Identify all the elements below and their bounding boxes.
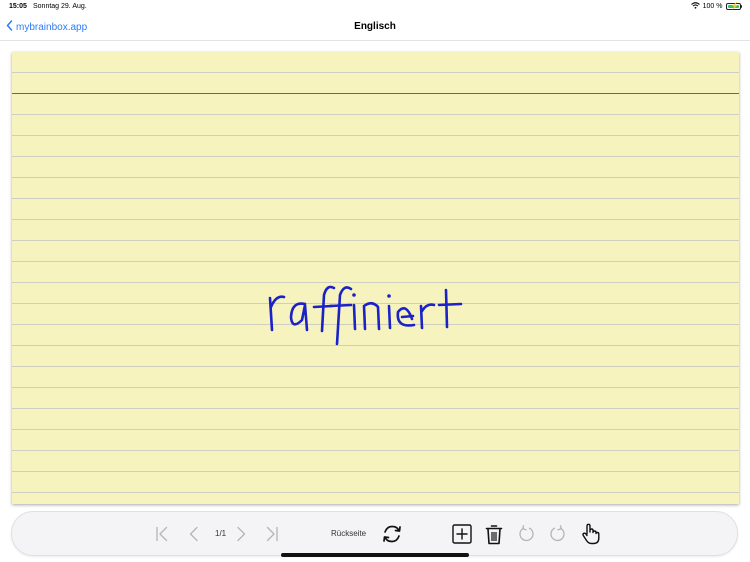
battery-icon: ⚡ xyxy=(725,3,742,10)
charging-bolt-icon: ⚡ xyxy=(730,3,740,10)
flip-card-label[interactable]: Rückseite xyxy=(331,529,366,538)
trash-icon xyxy=(485,524,503,545)
bottom-toolbar: 1/1 Rückseite xyxy=(11,511,738,556)
next-page-icon xyxy=(235,526,247,542)
page-title: Englisch xyxy=(354,21,396,32)
hand-tool-button[interactable] xyxy=(579,522,603,546)
status-bar: 15:05 Sonntag 29. Aug. 100 % ⚡ xyxy=(0,0,750,14)
navigation-bar: mybrainbox.app Englisch xyxy=(0,14,750,41)
previous-page-icon xyxy=(188,526,200,542)
hand-pointer-icon xyxy=(581,523,601,545)
battery-percentage: 100 % xyxy=(702,3,723,10)
flip-card-icon xyxy=(381,524,403,544)
status-indicators: 100 % ⚡ xyxy=(690,2,742,11)
redo-icon xyxy=(549,525,567,543)
first-page-icon xyxy=(155,526,169,542)
delete-card-button[interactable] xyxy=(483,522,505,546)
status-date: Sonntag 29. Aug. xyxy=(33,3,87,10)
next-page-button[interactable] xyxy=(232,522,250,546)
first-page-button[interactable] xyxy=(153,522,171,546)
redo-button[interactable] xyxy=(547,522,569,546)
flip-card-button[interactable] xyxy=(380,522,404,546)
flashcard-canvas[interactable] xyxy=(12,52,739,504)
page-indicator: 1/1 xyxy=(215,529,227,538)
handwritten-text xyxy=(268,285,463,346)
last-page-button[interactable] xyxy=(263,522,281,546)
previous-page-button[interactable] xyxy=(185,522,203,546)
last-page-icon xyxy=(265,526,279,542)
home-indicator xyxy=(281,553,469,557)
wifi-icon xyxy=(690,2,700,11)
undo-icon xyxy=(517,525,535,543)
add-card-button[interactable] xyxy=(451,522,473,546)
card-margin-line xyxy=(12,93,739,94)
status-time: 15:05 xyxy=(9,3,27,10)
add-card-icon xyxy=(452,524,472,544)
undo-button[interactable] xyxy=(515,522,537,546)
